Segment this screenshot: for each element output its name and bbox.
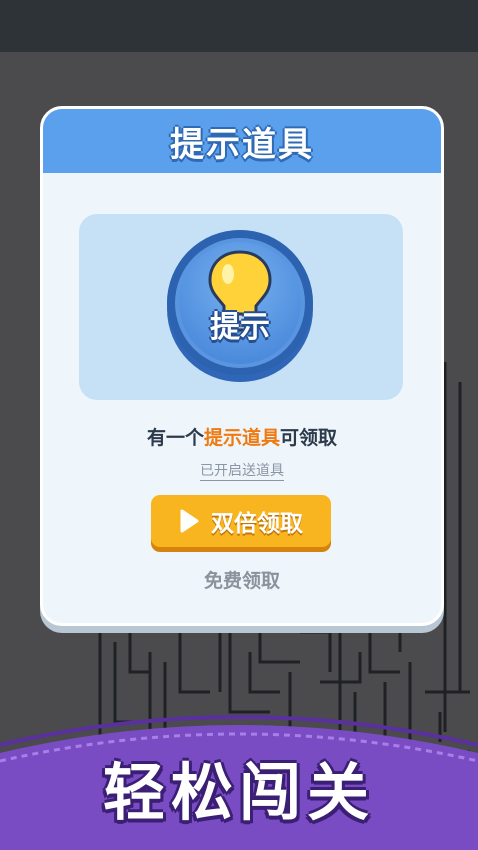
reward-panel: 提示 (79, 214, 403, 400)
play-icon (180, 509, 199, 533)
hint-item-badge: 提示 (167, 230, 313, 376)
gift-item-toggle-label: 已开启送道具 (200, 463, 284, 481)
hint-item-dialog: 提示道具 提示 有一个提示道具可领取 已开启送道具 双倍领取 免费领取 (40, 106, 444, 626)
dialog-header: 提示道具 (43, 109, 441, 173)
double-claim-button-label: 双倍领取 (211, 511, 303, 537)
reward-message: 有一个提示道具可领取 (43, 423, 441, 450)
message-prefix: 有一个 (146, 427, 204, 449)
status-bar (0, 0, 478, 52)
free-claim-button[interactable]: 免费领取 (43, 566, 441, 593)
banner-title: 轻松闯关 (102, 756, 375, 829)
dialog-title: 提示道具 (170, 124, 314, 165)
hint-item-badge-inner: 提示 (179, 242, 301, 364)
double-claim-button[interactable]: 双倍领取 (151, 495, 331, 547)
gift-item-toggle[interactable]: 已开启送道具 (43, 460, 441, 481)
message-suffix: 可领取 (280, 427, 338, 449)
hint-item-label: 提示 (210, 310, 270, 345)
message-highlight: 提示道具 (203, 427, 280, 449)
